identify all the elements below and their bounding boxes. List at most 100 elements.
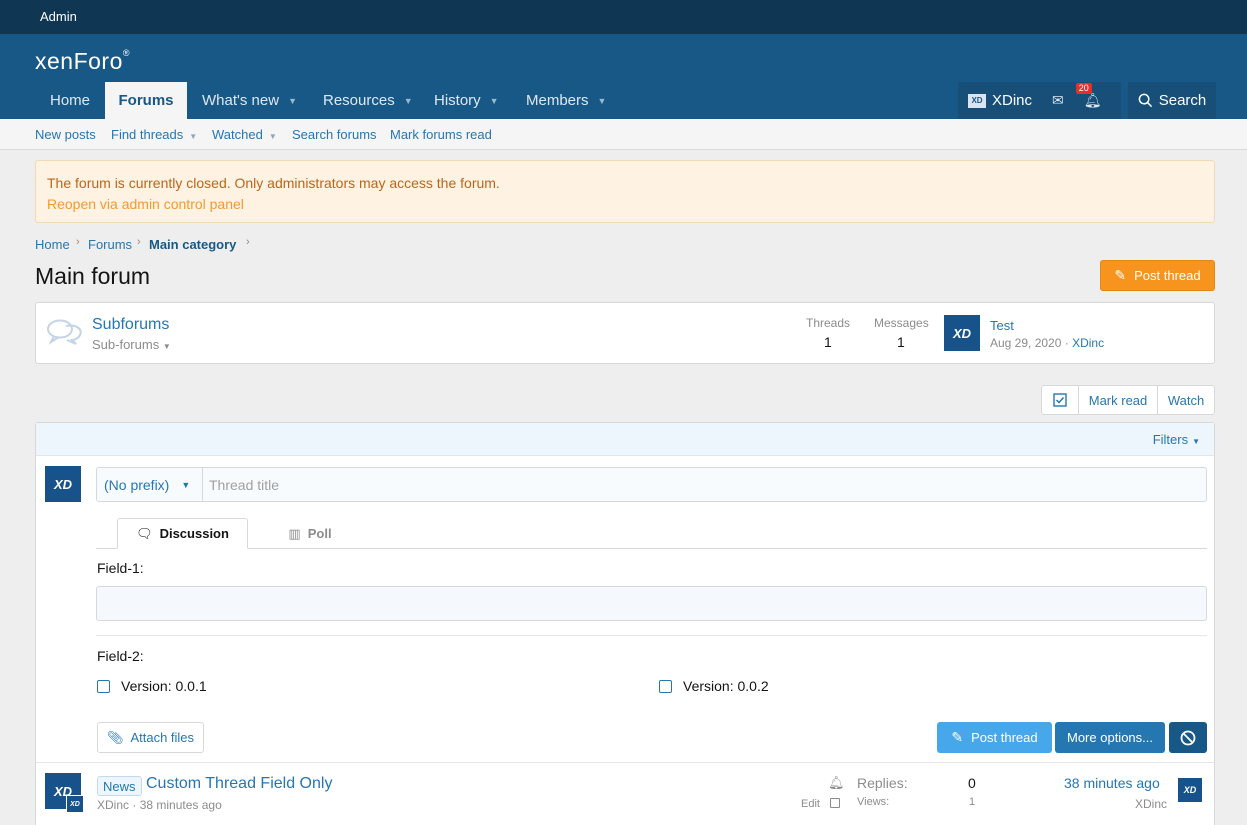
avatar[interactable]: XD xyxy=(968,93,986,108)
option-version-002[interactable]: Version: 0.0.2 xyxy=(659,678,769,694)
select-checkbox[interactable] xyxy=(830,798,840,808)
bar-chart-icon: ▥ xyxy=(288,525,301,541)
notice-text: The forum is currently closed. Only admi… xyxy=(47,175,500,191)
edit-icon: ✎ xyxy=(1114,267,1127,283)
envelope-icon[interactable]: ✉ xyxy=(1052,92,1064,109)
subnav-label: Find threads xyxy=(111,127,184,142)
field-1-label: Field-1: xyxy=(97,560,144,576)
thread-title-link[interactable]: Custom Thread Field Only xyxy=(146,775,332,793)
user-name[interactable]: XDinc xyxy=(992,92,1032,109)
chevron-down-icon: ▼ xyxy=(162,342,171,351)
logo-text: xenForo xyxy=(35,48,123,74)
option-label: Version: 0.0.1 xyxy=(121,678,207,694)
replies-label: Replies: xyxy=(857,775,908,791)
chevron-down-icon: ▼ xyxy=(1192,437,1200,446)
subnav-mark-forums-read[interactable]: Mark forums read xyxy=(390,127,492,142)
field-2-label: Field-2: xyxy=(97,648,144,664)
replies-count: 0 xyxy=(968,775,976,791)
thread-time[interactable]: 38 minutes ago xyxy=(140,798,222,812)
post-thread-label: Post thread xyxy=(1134,268,1201,283)
last-post-user[interactable]: XDinc xyxy=(1072,336,1104,350)
reopen-link[interactable]: Reopen via admin control panel xyxy=(47,196,244,212)
notification-badge: 20 xyxy=(1075,83,1092,94)
subnav-watched[interactable]: Watched ▼ xyxy=(212,127,277,142)
checkbox[interactable] xyxy=(659,679,672,693)
avatar[interactable]: XD xyxy=(45,466,81,502)
search-icon xyxy=(1138,93,1152,108)
bell-icon[interactable]: 🔔︎ xyxy=(828,775,845,791)
admin-link[interactable]: Admin xyxy=(40,9,77,24)
messages-label: Messages xyxy=(874,316,929,330)
nav-tab-label: History xyxy=(434,92,481,109)
thread-title-input[interactable]: Thread title xyxy=(209,477,279,493)
post-thread-submit-button[interactable]: ✎ Post thread xyxy=(937,722,1052,753)
subforums-dropdown[interactable]: Sub-forums ▼ xyxy=(92,337,171,352)
checkbox-icon xyxy=(1053,393,1067,407)
tab-label: Discussion xyxy=(159,526,229,541)
breadcrumb-main-category[interactable]: Main category xyxy=(149,237,236,252)
thread-meta: XDinc · 38 minutes ago xyxy=(97,798,222,812)
admin-bar: Admin xyxy=(0,0,1247,34)
select-toggle-button[interactable] xyxy=(1042,386,1079,414)
subnav-search-forums[interactable]: Search forums xyxy=(292,127,377,142)
chevron-down-icon: ▼ xyxy=(189,132,198,141)
nav-tab-label: What's new xyxy=(202,92,280,109)
option-version-001[interactable]: Version: 0.0.1 xyxy=(97,678,207,694)
attach-label: Attach files xyxy=(130,730,195,745)
search-button[interactable]: Search xyxy=(1128,82,1216,119)
filter-bar: Filters ▼ xyxy=(36,423,1214,456)
last-post-time-link[interactable]: 38 minutes ago xyxy=(1064,775,1160,791)
breadcrumb-home[interactable]: Home xyxy=(35,237,70,252)
field-1-input[interactable] xyxy=(96,586,1207,621)
post-thread-button[interactable]: ✎ Post thread xyxy=(1100,260,1215,291)
threads-label: Threads xyxy=(806,316,851,330)
subforums-label: Sub-forums xyxy=(92,337,160,352)
thread-prefix-badge[interactable]: News xyxy=(97,776,142,796)
avatar[interactable]: XD xyxy=(944,315,980,351)
filters-label: Filters xyxy=(1152,432,1189,447)
tab-discussion[interactable]: 🗨︎ Discussion xyxy=(117,518,248,549)
avatar-small[interactable]: XD xyxy=(66,795,84,813)
nav-tab-whats-new[interactable]: What's new ▼ xyxy=(187,82,312,119)
ban-icon xyxy=(1180,730,1196,745)
subnav-find-threads[interactable]: Find threads ▼ xyxy=(111,127,197,142)
nav-tab-forums[interactable]: Forums xyxy=(105,82,187,119)
post-label: Post thread xyxy=(971,730,1038,745)
chevron-down-icon[interactable]: ▼ xyxy=(598,96,607,106)
subforum-row: Subforums Sub-forums ▼ Threads 1 Message… xyxy=(35,302,1215,364)
nav-tab-home[interactable]: Home xyxy=(35,82,105,119)
site-logo[interactable]: xenForo® xyxy=(35,48,130,75)
attach-files-button[interactable]: 📎︎ Attach files xyxy=(97,722,204,753)
views-label: Views: xyxy=(857,796,890,808)
chevron-down-icon[interactable]: ▼ xyxy=(404,96,413,106)
more-options-button[interactable]: More options... xyxy=(1055,722,1165,753)
thread-author[interactable]: XDinc xyxy=(97,798,129,812)
row-divider xyxy=(36,762,1214,763)
mark-read-button[interactable]: Mark read xyxy=(1079,386,1158,414)
edit-icon: ✎ xyxy=(951,729,964,745)
chevron-down-icon: ▼ xyxy=(268,132,277,141)
subnav-new-posts[interactable]: New posts xyxy=(35,127,96,142)
chevron-down-icon[interactable]: ▼ xyxy=(490,96,499,106)
filters-dropdown[interactable]: Filters ▼ xyxy=(1153,432,1200,447)
logo-mark: ® xyxy=(122,48,131,58)
prefix-select[interactable]: (No prefix) ▼ xyxy=(97,468,203,501)
subforum-title-link[interactable]: Subforums xyxy=(92,316,169,334)
breadcrumb-forums[interactable]: Forums xyxy=(88,237,132,252)
edit-label[interactable]: Edit xyxy=(801,798,820,810)
checkbox[interactable] xyxy=(97,679,110,693)
last-post-title[interactable]: Test xyxy=(990,318,1014,333)
nav-tab-history[interactable]: History ▼ xyxy=(419,82,514,119)
nav-tab-members[interactable]: Members ▼ xyxy=(511,82,621,119)
bell-icon[interactable]: 🔔︎ 20 xyxy=(1075,83,1102,109)
chevron-down-icon[interactable]: ▼ xyxy=(288,96,297,106)
cancel-button[interactable] xyxy=(1169,722,1207,753)
tab-poll[interactable]: ▥ Poll xyxy=(248,518,372,549)
paperclip-icon: 📎︎ xyxy=(106,729,124,745)
watch-button[interactable]: Watch xyxy=(1158,386,1214,414)
page-title: Main forum xyxy=(35,263,151,289)
last-post-user[interactable]: XDinc xyxy=(1135,797,1167,811)
nav-tab-label: Forums xyxy=(118,92,174,109)
avatar[interactable]: XD xyxy=(1178,778,1202,802)
nav-tab-resources[interactable]: Resources ▼ xyxy=(308,82,428,119)
